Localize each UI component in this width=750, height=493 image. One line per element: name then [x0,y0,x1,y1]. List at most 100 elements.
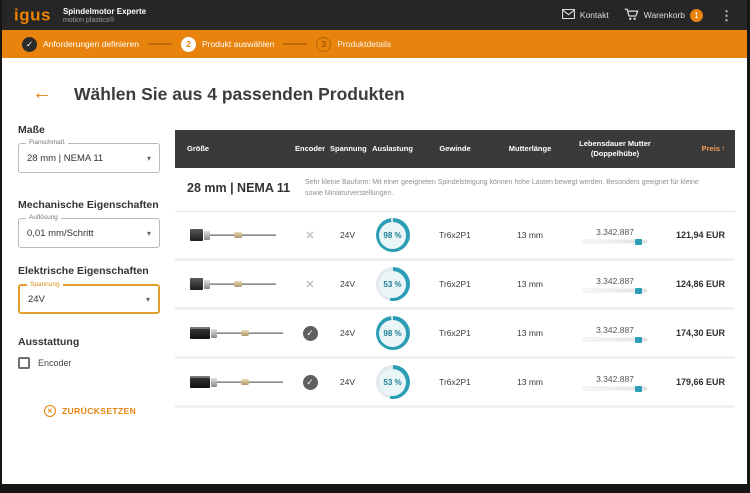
table-header-row: Größe Encoder Spannung Auslastung Gewind… [175,130,735,168]
lifetime-value: 3.342.887 [596,374,634,384]
chevron-down-icon: ▾ [146,228,151,238]
lifetime-slider-track [583,385,647,392]
step-number: 2 [180,36,196,52]
spindle-rod [210,281,276,287]
load-gauge-value: 98 % [379,319,406,347]
back-button[interactable]: ← [32,83,52,103]
lifetime-indicator: 3.342.887 [570,374,660,392]
lifetime-indicator: 3.342.887 [570,227,660,245]
igus-logo: igus [14,5,51,25]
encoder-checkbox[interactable] [18,357,30,369]
chevron-down-icon: ▾ [146,153,151,163]
col-gewinde: Gewinde [439,144,471,154]
lifetime-indicator: 3.342.887 [570,276,660,294]
nut-length-value: 13 mm [517,328,543,338]
kontakt-button[interactable]: Kontakt [561,8,609,21]
motor-body [190,327,210,339]
spindle-nut [234,232,242,238]
reset-button[interactable]: ✕ ZURÜCKSETZEN [44,405,160,417]
encoder-present-icon: ✓ [302,325,318,341]
spindle-nut [241,379,249,385]
preis-label: Preis [701,143,720,153]
page-title: Wählen Sie aus 4 passenden Produkten [74,84,405,104]
aufloesung-select[interactable]: Auflösung 0,01 mm/Schritt ▾ [18,214,160,248]
load-gauge: 53 % [375,267,410,301]
col-lebensdauer: Lebensdauer Mutter (Doppelhübe) [579,139,651,158]
step-number: 3 [316,36,332,52]
lifetime-value: 3.342.887 [596,227,634,237]
encoder-checkbox-label: Encoder [38,358,72,368]
col-preis-sort[interactable]: Preis↑ [660,144,735,154]
step-label: Anforderungen definieren [43,39,139,49]
encoder-checkbox-row[interactable]: Encoder [18,357,160,369]
flanschmass-select[interactable]: Flanschmaß 28 mm | NEMA 11 ▾ [18,139,160,173]
price-value: 179,66 EUR [675,377,725,387]
cart-count-badge: 1 [690,8,703,22]
lifetime-value: 3.342.887 [596,276,634,286]
load-gauge-value: 53 % [379,270,406,298]
spindle-rod [210,232,276,238]
spindle-nut [241,330,249,336]
product-row[interactable]: ✓ 24V 53 % Tr6x2P1 13 mm 3.342.887 179,6… [175,359,735,408]
nut-length-value: 13 mm [517,377,543,387]
section-title-masse: Maße [18,124,45,136]
voltage-value: 24V [339,279,356,289]
product-row[interactable]: ✕ 24V 98 % Tr6x2P1 13 mm 3.342.887 121,9… [175,212,735,261]
col-auslastung: Auslastung [372,144,413,154]
product-row[interactable]: ✕ 24V 53 % Tr6x2P1 13 mm 3.342.887 124,8… [175,261,735,310]
spannung-value: 24V [28,293,45,305]
col-groesse: Größe [187,144,210,154]
results-table: Größe Encoder Spannung Auslastung Gewind… [175,130,735,408]
spindle-rod [217,379,283,385]
load-gauge-value: 98 % [379,221,406,249]
app-title-block: Spindelmotor Experte motion plastics® [63,7,146,24]
step-connector [147,43,172,45]
step-anforderungen[interactable]: ✓ Anforderungen definieren [22,36,139,52]
overflow-menu-icon[interactable]: ⋮ [718,9,735,22]
step-label: Produkt auswählen [201,39,275,49]
motor-body [190,376,210,388]
col-mutterlaenge: Mutterlänge [508,144,552,154]
col-encoder: Encoder [294,144,325,154]
load-gauge: 98 % [375,218,410,252]
section-title-mechanisch: Mechanische Eigenschaften [18,199,159,211]
load-gauge-value: 53 % [379,368,406,396]
product-image [190,227,290,243]
aufloesung-value: 0,01 mm/Schritt [27,227,94,239]
encoder-present-icon: ✓ [302,374,318,390]
flanschmass-label: Flanschmaß [26,139,68,146]
chevron-down-icon: ▾ [145,294,150,304]
thread-value: Tr6x2P1 [439,230,471,240]
section-title-elektrisch: Elektrische Eigenschaften [18,265,149,277]
product-row[interactable]: ✓ 24V 98 % Tr6x2P1 13 mm 3.342.887 174,3… [175,310,735,359]
encoder-absent-icon: ✕ [305,278,315,291]
reset-cross-icon: ✕ [44,405,56,417]
voltage-value: 24V [339,328,356,338]
lifetime-slider-thumb [635,336,643,343]
step-produktdetails: 3 Produktdetails [316,36,392,52]
envelope-icon [561,8,575,21]
col-spannung: Spannung [330,144,367,154]
nut-length-value: 13 mm [517,230,543,240]
motor-body [190,229,203,241]
step-label: Produktdetails [337,39,392,49]
group-title: 28 mm | NEMA 11 [187,181,291,195]
warenkorb-button[interactable]: Warenkorb 1 [624,8,703,23]
product-image [190,374,290,390]
lifetime-slider-thumb [635,385,643,392]
step-produkt-auswaehlen: 2 Produkt auswählen [180,36,275,52]
section-title-ausstattung: Ausstattung [18,336,80,348]
progress-stepper: ✓ Anforderungen definieren 2 Produkt aus… [2,30,747,58]
cart-icon [624,8,639,23]
lifetime-indicator: 3.342.887 [570,325,660,343]
spannung-select[interactable]: Spannung 24V ▾ [18,281,160,314]
reset-label: ZURÜCKSETZEN [62,406,137,416]
lifetime-slider-track [583,287,647,294]
lifetime-slider-thumb [635,287,643,294]
group-description: Sehr kleine Bauform: Mit einer geeignete… [305,179,699,197]
voltage-value: 24V [339,230,356,240]
filter-sidebar: Maße Flanschmaß 28 mm | NEMA 11 ▾ Mechan… [18,124,160,417]
step-connector [283,43,308,45]
spindle-rod [217,330,283,336]
step-done-check-icon: ✓ [22,36,37,52]
